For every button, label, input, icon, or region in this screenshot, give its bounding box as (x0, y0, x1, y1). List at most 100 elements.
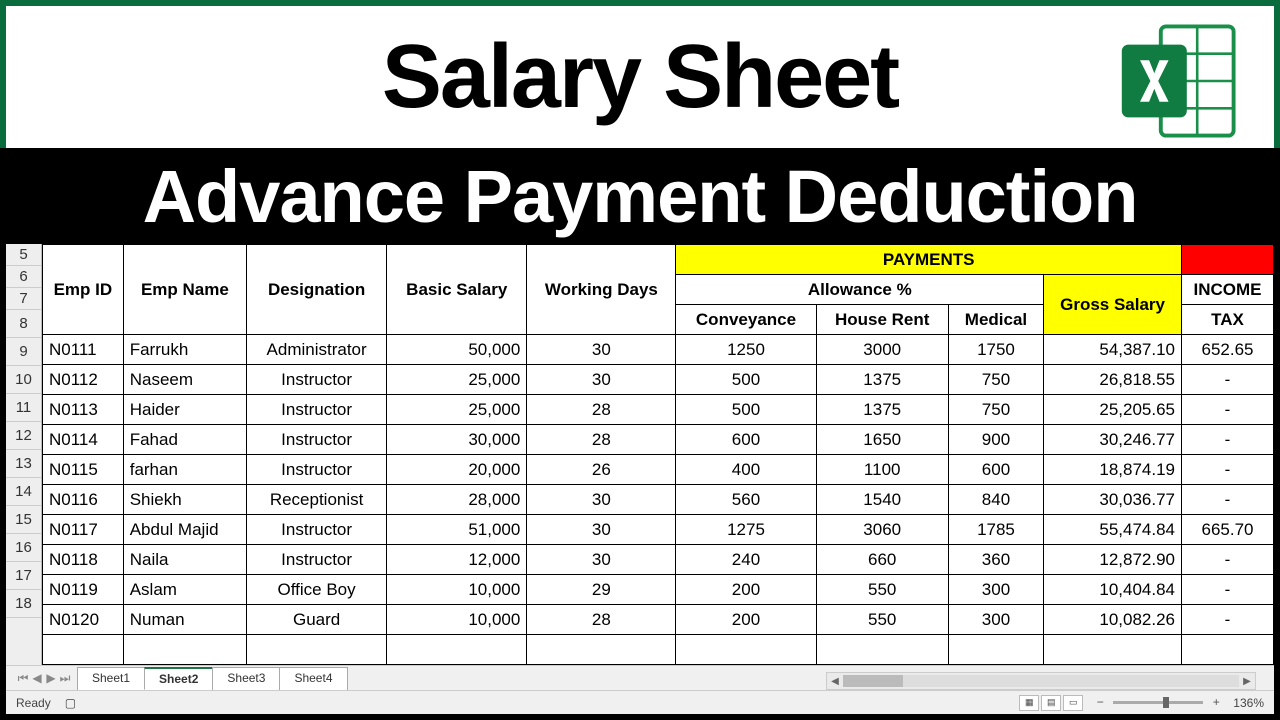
col-income-tax-1[interactable]: INCOME (1182, 275, 1274, 305)
cell-designation[interactable]: Instructor (247, 455, 387, 485)
col-house-rent[interactable]: House Rent (816, 305, 948, 335)
cell-rent[interactable]: 1375 (816, 365, 948, 395)
table-row[interactable]: N0120NumanGuard10,0002820055030010,082.2… (43, 605, 1274, 635)
cell-tax[interactable]: - (1182, 575, 1274, 605)
cell-conveyance[interactable]: 400 (676, 455, 816, 485)
cell-gross[interactable]: 10,082.26 (1044, 605, 1182, 635)
cell-medical[interactable]: 750 (948, 395, 1043, 425)
row-header[interactable]: 12 (6, 422, 41, 450)
scroll-thumb[interactable] (843, 675, 903, 687)
cell-emp-name[interactable]: Naila (123, 545, 246, 575)
cell-medical[interactable]: 300 (948, 605, 1043, 635)
cell-conveyance[interactable]: 240 (676, 545, 816, 575)
cell-gross[interactable]: 25,205.65 (1044, 395, 1182, 425)
cell-emp-name[interactable]: Naseem (123, 365, 246, 395)
cell-medical[interactable]: 1750 (948, 335, 1043, 365)
col-working-days[interactable]: Working Days (527, 245, 676, 335)
cell-emp-id[interactable]: N0118 (43, 545, 124, 575)
cell-conveyance[interactable]: 560 (676, 485, 816, 515)
row-header[interactable]: 9 (6, 338, 41, 366)
cell-rent[interactable]: 1540 (816, 485, 948, 515)
cell-emp-name[interactable]: Fahad (123, 425, 246, 455)
cell-emp-name[interactable]: Haider (123, 395, 246, 425)
cell-days[interactable]: 26 (527, 455, 676, 485)
cell-emp-name[interactable]: Aslam (123, 575, 246, 605)
row-header[interactable]: 16 (6, 534, 41, 562)
cell-gross[interactable]: 54,387.10 (1044, 335, 1182, 365)
cell-medical[interactable]: 840 (948, 485, 1043, 515)
cell-tax[interactable]: - (1182, 455, 1274, 485)
table-row[interactable]: N0116ShiekhReceptionist28,00030560154084… (43, 485, 1274, 515)
cell-tax[interactable]: - (1182, 425, 1274, 455)
col-allowance[interactable]: Allowance % (676, 275, 1044, 305)
cell-basic[interactable]: 25,000 (387, 395, 527, 425)
row-header[interactable]: 11 (6, 394, 41, 422)
cell-days[interactable]: 30 (527, 515, 676, 545)
row-header[interactable]: 7 (6, 288, 41, 310)
col-income-tax-2[interactable]: TAX (1182, 305, 1274, 335)
cell-designation[interactable]: Receptionist (247, 485, 387, 515)
salary-table[interactable]: Emp ID Emp Name Designation Basic Salary… (42, 244, 1274, 665)
cell-conveyance[interactable]: 1250 (676, 335, 816, 365)
col-deduction-marker[interactable] (1182, 245, 1274, 275)
cell-basic[interactable]: 20,000 (387, 455, 527, 485)
cell-designation[interactable]: Instructor (247, 395, 387, 425)
col-designation[interactable]: Designation (247, 245, 387, 335)
tab-nav-first-icon[interactable]: ⏮ (16, 669, 30, 687)
cell-basic[interactable]: 10,000 (387, 605, 527, 635)
cell-medical[interactable]: 600 (948, 455, 1043, 485)
table-row[interactable]: N0118NailaInstructor12,0003024066036012,… (43, 545, 1274, 575)
col-medical[interactable]: Medical (948, 305, 1043, 335)
cell-gross[interactable]: 26,818.55 (1044, 365, 1182, 395)
row-header[interactable]: 5 (6, 244, 41, 266)
cell-days[interactable]: 29 (527, 575, 676, 605)
cell-rent[interactable]: 660 (816, 545, 948, 575)
cell-designation[interactable]: Administrator (247, 335, 387, 365)
cell-rent[interactable]: 3000 (816, 335, 948, 365)
cell-tax[interactable]: - (1182, 605, 1274, 635)
cell-basic[interactable]: 30,000 (387, 425, 527, 455)
cell-basic[interactable]: 50,000 (387, 335, 527, 365)
cell-days[interactable]: 30 (527, 545, 676, 575)
table-row[interactable]: N0111FarrukhAdministrator50,000301250300… (43, 335, 1274, 365)
macro-record-icon[interactable]: ▢ (65, 696, 76, 710)
cell-tax[interactable]: - (1182, 395, 1274, 425)
horizontal-scrollbar[interactable]: ◀ ▶ (826, 672, 1256, 690)
cell-gross[interactable]: 30,036.77 (1044, 485, 1182, 515)
cell-rent[interactable]: 3060 (816, 515, 948, 545)
cell-medical[interactable]: 360 (948, 545, 1043, 575)
cell-tax[interactable]: - (1182, 365, 1274, 395)
cell-tax[interactable]: 665.70 (1182, 515, 1274, 545)
zoom-in-icon[interactable]: + (1209, 696, 1223, 710)
cell-designation[interactable]: Instructor (247, 515, 387, 545)
zoom-level[interactable]: 136% (1233, 696, 1264, 710)
cell-emp-id[interactable]: N0114 (43, 425, 124, 455)
cell-tax[interactable]: - (1182, 545, 1274, 575)
sheet-tab-sheet1[interactable]: Sheet1 (77, 667, 145, 690)
cell-conveyance[interactable]: 200 (676, 575, 816, 605)
cell-gross[interactable]: 30,246.77 (1044, 425, 1182, 455)
col-gross-salary[interactable]: Gross Salary (1044, 275, 1182, 335)
table-row[interactable]: N0119AslamOffice Boy10,0002920055030010,… (43, 575, 1274, 605)
view-page-break-icon[interactable]: ▭ (1063, 695, 1083, 711)
cell-medical[interactable]: 300 (948, 575, 1043, 605)
row-header[interactable]: 6 (6, 266, 41, 288)
sheet-tab-sheet4[interactable]: Sheet4 (279, 667, 347, 690)
table-row[interactable]: N0117Abdul MajidInstructor51,00030127530… (43, 515, 1274, 545)
row-header[interactable]: 13 (6, 450, 41, 478)
cell-conveyance[interactable]: 600 (676, 425, 816, 455)
cell-emp-id[interactable]: N0120 (43, 605, 124, 635)
zoom-slider[interactable]: − + (1093, 696, 1223, 710)
view-page-layout-icon[interactable]: ▤ (1041, 695, 1061, 711)
cell-medical[interactable]: 1785 (948, 515, 1043, 545)
cell-conveyance[interactable]: 500 (676, 395, 816, 425)
cell-conveyance[interactable]: 1275 (676, 515, 816, 545)
table-row[interactable]: N0114FahadInstructor30,00028600165090030… (43, 425, 1274, 455)
table-row[interactable]: N0112NaseemInstructor25,0003050013757502… (43, 365, 1274, 395)
tab-nav-next-icon[interactable]: ▶ (44, 669, 58, 687)
cell-gross[interactable]: 10,404.84 (1044, 575, 1182, 605)
cell-conveyance[interactable]: 500 (676, 365, 816, 395)
cell-gross[interactable]: 18,874.19 (1044, 455, 1182, 485)
cell-rent[interactable]: 1100 (816, 455, 948, 485)
scroll-right-icon[interactable]: ▶ (1239, 673, 1255, 689)
